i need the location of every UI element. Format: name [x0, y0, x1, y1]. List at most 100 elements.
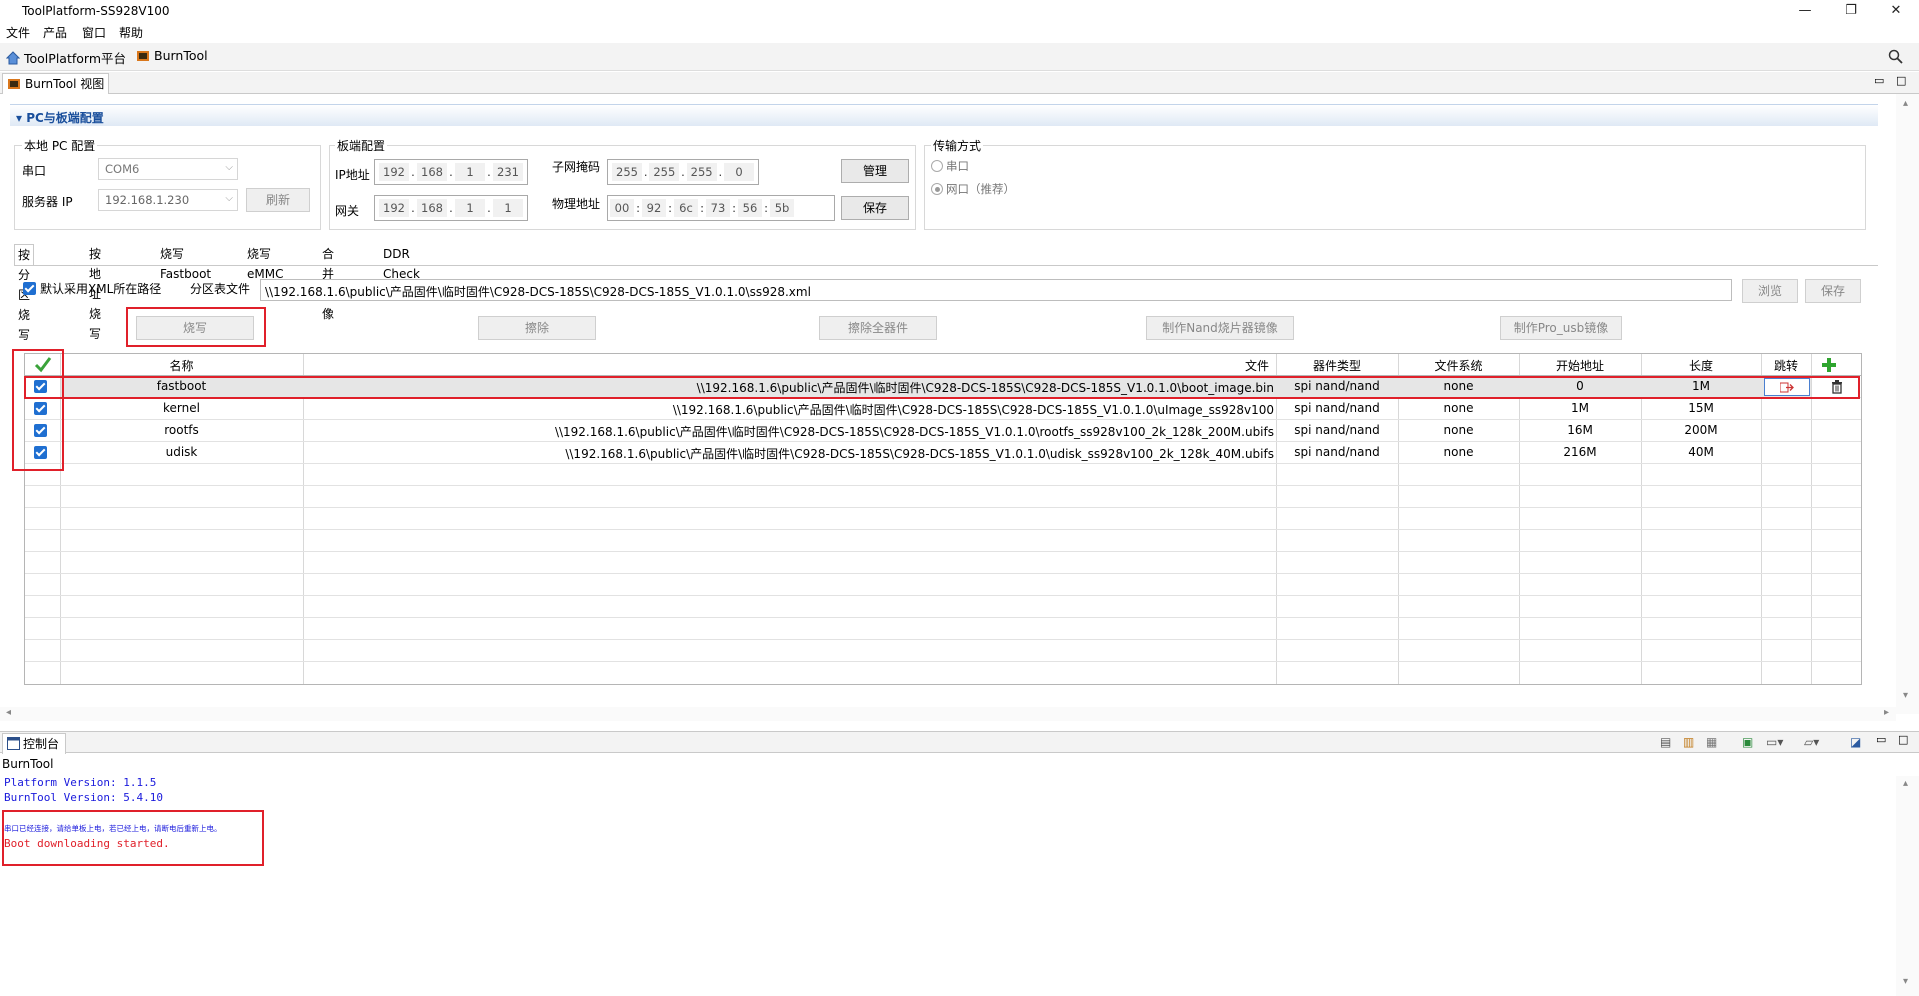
- minimize-button[interactable]: —: [1782, 0, 1828, 22]
- search-icon[interactable]: [1888, 49, 1903, 64]
- trash-icon[interactable]: [1831, 380, 1843, 394]
- server-ip-select[interactable]: 192.168.1.230 ⌵: [98, 189, 238, 211]
- manage-button[interactable]: 管理: [841, 159, 909, 183]
- menu-file[interactable]: 文件: [6, 24, 30, 41]
- board-ip-field[interactable]: 192. 168. 1. 231: [374, 159, 528, 185]
- scroll-right-icon[interactable]: ▸: [1884, 707, 1889, 718]
- scroll-down-icon[interactable]: ▾: [1903, 690, 1908, 701]
- partition-table-label: 分区表文件: [190, 282, 251, 296]
- row-name: fastboot: [156, 379, 207, 393]
- console-tab[interactable]: 控制台: [2, 733, 67, 754]
- tab-merge-image[interactable]: 合并镜像: [319, 244, 337, 321]
- serial-select[interactable]: COM6 ⌵: [98, 158, 238, 180]
- display-console-icon[interactable]: ▭▾: [1766, 735, 1783, 749]
- view-maximize-icon[interactable]: □: [1896, 74, 1906, 87]
- scroll-down-icon[interactable]: ▾: [1903, 976, 1908, 987]
- export-console-icon[interactable]: ◪: [1850, 735, 1861, 749]
- row-checkbox[interactable]: [34, 446, 47, 459]
- view-tab-label: BurnTool 视图: [25, 77, 105, 91]
- row-checkbox[interactable]: [34, 424, 47, 437]
- view-tab-bar: BurnTool 视图 ▭ □: [0, 72, 1919, 94]
- row-name: kernel: [163, 401, 200, 415]
- use-xml-path-checkbox[interactable]: 默认采用XML所在路径: [23, 280, 161, 297]
- maximize-button[interactable]: ❐: [1828, 0, 1874, 22]
- home-icon: [6, 50, 20, 64]
- jump-button[interactable]: [1764, 378, 1810, 396]
- scroll-up-icon[interactable]: ▴: [1903, 98, 1908, 109]
- toolplatform-button[interactable]: ToolPlatform平台: [6, 48, 126, 67]
- pro-usb-image-button[interactable]: 制作Pro_usb镜像: [1500, 316, 1622, 340]
- tab-ddr-check[interactable]: DDR Check: [380, 244, 423, 281]
- header-file-system: 文件系统: [1434, 359, 1483, 373]
- partition-table-path-input[interactable]: \\192.168.1.6\public\产品固件\临时固件\C928-DCS-…: [260, 279, 1732, 301]
- console-scrollbar[interactable]: ▴ ▾: [1896, 776, 1919, 996]
- add-row-icon[interactable]: [1821, 357, 1837, 373]
- erase-all-button[interactable]: 擦除全器件: [819, 316, 937, 340]
- transfer-network-radio[interactable]: 网口（推荐）: [931, 181, 1015, 197]
- erase-button[interactable]: 擦除: [478, 316, 596, 340]
- burntool-icon: [137, 50, 149, 61]
- console-minimize-icon[interactable]: ▭: [1876, 733, 1886, 746]
- menu-product[interactable]: 产品: [43, 24, 67, 41]
- mac-label: 物理地址: [552, 197, 601, 211]
- header-length: 长度: [1688, 359, 1713, 373]
- burntool-button[interactable]: BurnTool: [136, 48, 208, 63]
- row-file: \\192.168.1.6\public\产品固件\临时固件\C928-DCS-…: [554, 425, 1274, 439]
- clear-console-icon[interactable]: ▤: [1660, 735, 1671, 749]
- console-maximize-icon[interactable]: □: [1898, 733, 1908, 746]
- horizontal-scrollbar[interactable]: ◂ ▸: [0, 707, 1896, 721]
- view-minimize-icon[interactable]: ▭: [1874, 74, 1884, 87]
- burntool-view-tab[interactable]: BurnTool 视图: [2, 73, 110, 94]
- pin-console-icon[interactable]: ▣: [1742, 735, 1753, 749]
- row-length: 200M: [1684, 423, 1718, 437]
- mask-field[interactable]: 255. 255. 255. 0: [607, 159, 759, 185]
- board-save-button[interactable]: 保存: [841, 196, 909, 220]
- tab-fastboot-burn[interactable]: 烧写Fastboot: [157, 244, 214, 281]
- ip-label: IP地址: [335, 168, 370, 182]
- browse-button[interactable]: 浏览: [1742, 279, 1798, 303]
- scroll-lock-icon[interactable]: ▥: [1683, 735, 1694, 749]
- row-file: \\192.168.1.6\public\产品固件\临时固件\C928-DCS-…: [565, 447, 1274, 461]
- transfer-group-title: 传输方式: [931, 137, 984, 154]
- nand-image-button[interactable]: 制作Nand烧片器镜像: [1146, 316, 1294, 340]
- close-button[interactable]: ✕: [1873, 0, 1919, 22]
- pc-board-config-header[interactable]: ▾ PC与板端配置: [10, 104, 1878, 126]
- toolplatform-label: ToolPlatform平台: [24, 51, 126, 66]
- tab-address-burn[interactable]: 按地址烧写: [86, 244, 104, 341]
- tab-partition-burn[interactable]: 按分区烧写: [14, 244, 35, 342]
- menu-help[interactable]: 帮助: [119, 24, 143, 41]
- scroll-left-icon[interactable]: ◂: [6, 707, 11, 718]
- row-file-system: none: [1443, 423, 1474, 437]
- gateway-field[interactable]: 192. 168. 1. 1: [374, 195, 528, 221]
- partition-save-button[interactable]: 保存: [1805, 279, 1861, 303]
- console-tab-bar: 控制台 ▤ ▥ ▦ ▣ ▭▾ ▱▾ ◪ ▭ □: [0, 731, 1919, 754]
- row-device-type: spi nand/nand: [1294, 445, 1380, 459]
- checkbox-checked-icon: [23, 282, 36, 295]
- scroll-up-icon[interactable]: ▴: [1903, 778, 1908, 789]
- row-checkbox[interactable]: [34, 380, 47, 393]
- refresh-button[interactable]: 刷新: [246, 188, 310, 212]
- tab-divider: [14, 265, 1878, 266]
- row-name: rootfs: [164, 423, 199, 437]
- menu-window[interactable]: 窗口: [82, 24, 106, 41]
- row-start-address: 1M: [1571, 401, 1589, 415]
- console-line: BurnTool Version: 5.4.10: [4, 791, 163, 804]
- tab-emmc-burn[interactable]: 烧写eMMC: [244, 244, 286, 281]
- word-wrap-icon[interactable]: ▦: [1706, 735, 1717, 749]
- window-title: ToolPlatform-SS928V100: [22, 4, 170, 18]
- serial-label: 串口: [22, 164, 47, 178]
- board-group-title: 板端配置: [335, 137, 388, 154]
- burn-button[interactable]: 烧写: [136, 316, 254, 340]
- radio-circle: [931, 160, 943, 172]
- row-checkbox[interactable]: [34, 402, 47, 415]
- mac-field[interactable]: 00:92:6c:73:56:5b: [607, 195, 835, 221]
- open-console-icon[interactable]: ▱▾: [1804, 735, 1819, 749]
- chevron-down-icon: ⌵: [225, 162, 233, 173]
- row-file-system: none: [1443, 401, 1474, 415]
- row-file: \\192.168.1.6\public\产品固件\临时固件\C928-DCS-…: [672, 403, 1274, 417]
- select-all-check-icon[interactable]: [34, 356, 52, 373]
- transfer-serial-radio[interactable]: 串口: [931, 158, 969, 174]
- vertical-scrollbar[interactable]: ▴ ▾: [1896, 94, 1919, 714]
- header-jump: 跳转: [1773, 359, 1798, 373]
- row-device-type: spi nand/nand: [1294, 379, 1380, 393]
